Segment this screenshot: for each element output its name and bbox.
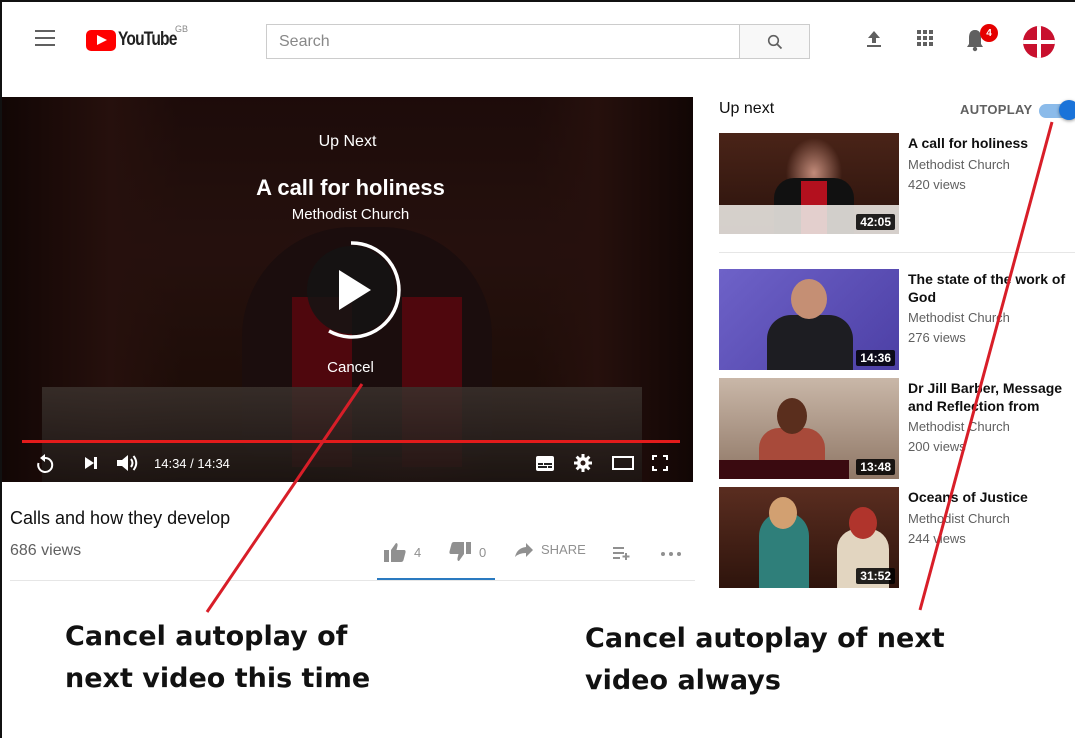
- duration-badge: 42:05: [856, 214, 895, 230]
- list-item[interactable]: 31:52 Oceans of Justice Methodist Church…: [719, 487, 1075, 591]
- list-item[interactable]: 14:36 The state of the work of God Metho…: [719, 269, 1075, 373]
- upload-icon[interactable]: [866, 30, 882, 48]
- autoplay-toggle[interactable]: [1039, 100, 1075, 120]
- annotation-line: video always: [585, 665, 781, 696]
- video-title: Calls and how they develop: [10, 508, 231, 528]
- search-button[interactable]: [739, 24, 810, 59]
- dislike-count: 0: [479, 544, 487, 560]
- annotation-line: Cancel autoplay of next: [585, 623, 945, 654]
- divider: [10, 580, 695, 581]
- settings-gear-icon[interactable]: [574, 454, 592, 472]
- video-thumbnail[interactable]: 14:36: [719, 269, 899, 370]
- view-count: 244 views: [908, 531, 966, 546]
- video-title-link[interactable]: Dr Jill Barber, Message and Reflection f…: [908, 379, 1073, 415]
- list-item[interactable]: 42:05 A call for holiness Methodist Chur…: [719, 133, 1075, 237]
- video-title-link[interactable]: Oceans of Justice: [908, 488, 1073, 506]
- channel-name: Methodist Church: [908, 310, 1010, 325]
- endscreen-next-channel: Methodist Church: [291, 206, 410, 223]
- duration-badge: 31:52: [856, 568, 895, 584]
- autoplay-label: AUTOPLAY: [960, 102, 1033, 117]
- time-readout: 14:34 / 14:34: [154, 456, 230, 471]
- screenshot-frame: YouTube GB 4 Up Next A call for holiness…: [0, 0, 1075, 738]
- video-title-link[interactable]: A call for holiness: [908, 134, 1073, 152]
- share-button[interactable]: SHARE: [515, 542, 586, 557]
- autoplay-toggle-knob: [1059, 100, 1075, 120]
- share-label: SHARE: [541, 542, 586, 557]
- annotation-line: next video this time: [65, 663, 371, 694]
- dislike-button[interactable]: 0: [449, 542, 486, 562]
- endscreen-up-next-label: Up Next: [318, 133, 377, 150]
- video-thumbnail[interactable]: 42:05: [719, 133, 899, 234]
- divider: [719, 252, 1075, 253]
- youtube-logo[interactable]: YouTube GB: [86, 24, 189, 52]
- search-bar: [266, 24, 810, 59]
- menu-icon[interactable]: [35, 30, 55, 46]
- video-title-link[interactable]: The state of the work of God: [908, 270, 1073, 306]
- fullscreen-icon[interactable]: [652, 455, 668, 471]
- avatar[interactable]: [1023, 26, 1055, 58]
- like-ratio-bar: [377, 578, 495, 580]
- thumbs-down-icon: [449, 542, 471, 561]
- search-input[interactable]: [266, 24, 739, 59]
- endscreen-next-title[interactable]: A call for holiness: [2, 175, 693, 201]
- view-count: 276 views: [908, 330, 966, 345]
- player-controls: 14:34 / 14:34: [2, 449, 693, 479]
- notification-badge: 4: [980, 24, 998, 42]
- search-icon: [767, 34, 782, 49]
- video-thumbnail[interactable]: 13:48: [719, 378, 899, 479]
- channel-name: Methodist Church: [908, 419, 1010, 434]
- share-icon: [515, 542, 533, 557]
- masthead: YouTube GB 4: [2, 2, 1075, 78]
- annotation-cancel-this-time: Cancel autoplay of next video this time: [65, 616, 370, 700]
- theater-mode-icon[interactable]: [612, 456, 634, 470]
- logo-text: YouTube: [118, 29, 177, 50]
- add-to-playlist-icon[interactable]: [613, 546, 631, 560]
- apps-icon[interactable]: [917, 30, 933, 46]
- list-item[interactable]: 13:48 Dr Jill Barber, Message and Reflec…: [719, 378, 1075, 482]
- thumbs-up-icon: [384, 543, 406, 562]
- channel-name: Methodist Church: [908, 511, 1010, 526]
- view-count: 200 views: [908, 439, 966, 454]
- annotation-line: Cancel autoplay of: [65, 621, 348, 652]
- region-code: GB: [175, 24, 189, 34]
- cancel-autoplay-button[interactable]: Cancel: [2, 359, 693, 376]
- like-count: 4: [414, 544, 422, 560]
- play-next-icon[interactable]: [301, 240, 401, 340]
- duration-badge: 14:36: [856, 350, 895, 366]
- channel-name: Methodist Church: [908, 157, 1010, 172]
- annotation-cancel-always: Cancel autoplay of next video always: [585, 618, 945, 702]
- progress-bar[interactable]: [22, 440, 680, 443]
- subtitles-icon[interactable]: [536, 456, 554, 471]
- view-count: 686 views: [10, 542, 82, 559]
- video-thumbnail[interactable]: 31:52: [719, 487, 899, 588]
- view-count: 420 views: [908, 177, 966, 192]
- up-next-heading: Up next: [719, 100, 775, 117]
- like-button[interactable]: 4: [384, 542, 421, 562]
- youtube-play-icon: [86, 29, 116, 51]
- volume-icon[interactable]: [116, 454, 140, 472]
- more-actions-icon[interactable]: [661, 552, 681, 556]
- replay-icon[interactable]: [36, 454, 54, 474]
- next-video-icon[interactable]: [84, 456, 98, 470]
- duration-badge: 13:48: [856, 459, 895, 475]
- video-player[interactable]: Up Next A call for holiness Methodist Ch…: [2, 97, 693, 482]
